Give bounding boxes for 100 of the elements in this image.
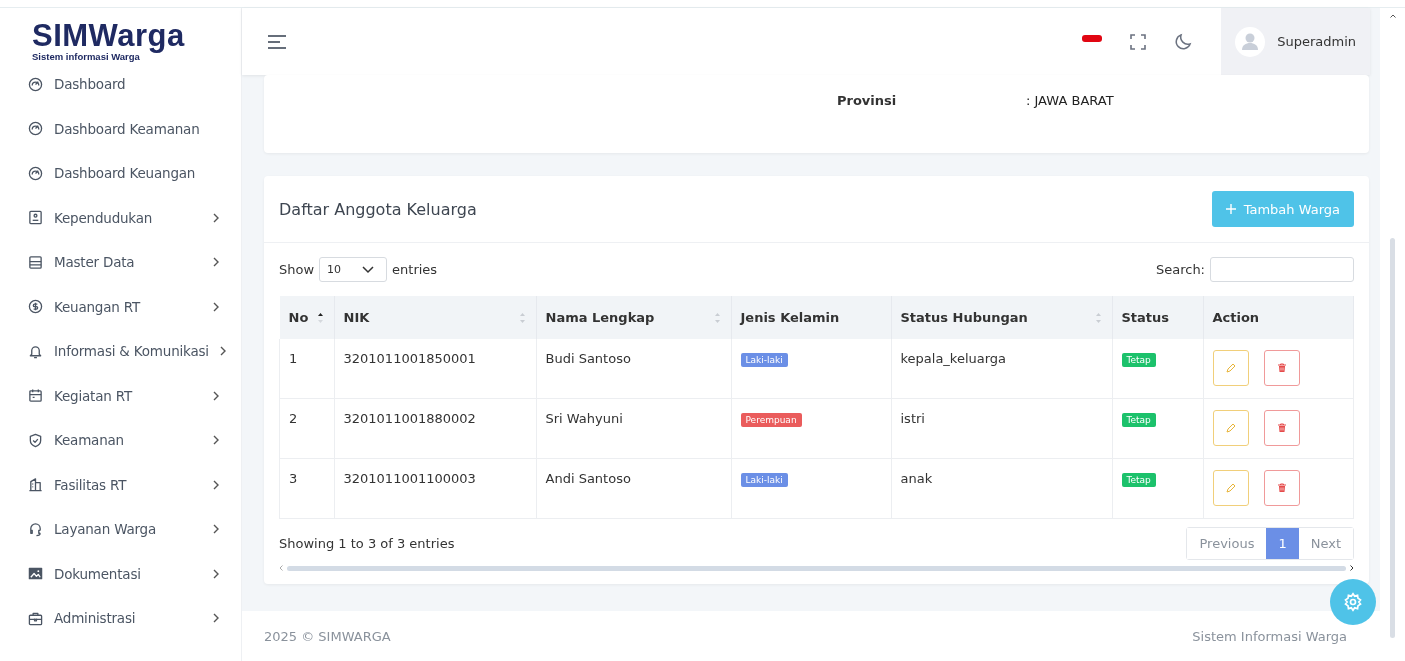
- calendar-icon: [28, 388, 43, 404]
- column-header: Status: [1112, 296, 1203, 339]
- plus-icon: [1225, 204, 1236, 214]
- search-field[interactable]: [1210, 257, 1354, 282]
- column-header[interactable]: No: [279, 296, 334, 339]
- sort-icon: [316, 312, 324, 324]
- sidebar-item[interactable]: Administrasi: [0, 596, 241, 641]
- briefcase-icon: [28, 610, 43, 626]
- horizontal-scrollbar[interactable]: [279, 564, 1354, 572]
- moon-icon[interactable]: [1174, 32, 1194, 51]
- chevron-icon: [213, 479, 219, 490]
- caret-icon: [362, 265, 375, 274]
- gauge-icon: [28, 121, 43, 137]
- sidebar-item[interactable]: Dashboard: [0, 62, 241, 107]
- sidebar-item[interactable]: Keuangan RT: [0, 284, 241, 329]
- headset-icon: [28, 521, 43, 537]
- sidebar-item[interactable]: Layanan Warga: [0, 507, 241, 552]
- status-badge: Tetap: [1121, 413, 1156, 427]
- chevron-icon: [219, 346, 226, 357]
- table-cell: 1: [279, 339, 334, 399]
- copyright-text: 2025 © SIMWARGA: [264, 628, 391, 644]
- field-label: Provinsi: [837, 93, 898, 108]
- table-cell: Andi Santoso: [536, 458, 731, 519]
- table-cell: istri: [891, 398, 1112, 459]
- bell-icon: [28, 343, 43, 359]
- column-header[interactable]: NIK: [334, 296, 536, 339]
- sidebar-item[interactable]: Dokumentasi: [0, 551, 241, 596]
- table-icon: [28, 254, 43, 270]
- table-cell: kepala_keluarga: [891, 339, 1112, 399]
- chevron-icon: [213, 257, 219, 268]
- edit-button[interactable]: [1212, 410, 1249, 446]
- table-cell: anak: [891, 458, 1112, 519]
- chevron-icon: [213, 435, 219, 446]
- dollar-icon: [28, 299, 43, 315]
- chevron-icon: [213, 613, 219, 624]
- chevron-icon: [213, 212, 219, 223]
- column-header: Jenis Kelamin: [731, 296, 891, 339]
- sidebar-item[interactable]: Dashboard Keamanan: [0, 106, 241, 151]
- delete-button[interactable]: [1263, 470, 1300, 506]
- shield-icon: [28, 432, 43, 448]
- column-header[interactable]: Status Hubungan: [891, 296, 1112, 339]
- sidebar-item[interactable]: Kependudukan: [0, 195, 241, 240]
- scroll-right-icon[interactable]: [1350, 565, 1354, 571]
- scroll-left-icon[interactable]: [279, 565, 283, 571]
- footer-text: Sistem Informasi Warga: [1192, 628, 1347, 644]
- sidebar-item[interactable]: Fasilitas RT: [0, 462, 241, 507]
- table-cell: 3201011001850001: [334, 339, 536, 399]
- sidebar-item[interactable]: Informasi & Komunikasi: [0, 329, 241, 374]
- delete-button[interactable]: [1263, 410, 1300, 446]
- card-title: Daftar Anggota Keluarga: [279, 199, 477, 219]
- user-menu[interactable]: Superadmin: [1221, 8, 1370, 75]
- gender-badge: Perempuan: [740, 413, 802, 427]
- fullscreen-icon[interactable]: [1130, 33, 1147, 50]
- table-cell: 3: [279, 458, 334, 519]
- chevron-icon: [213, 301, 219, 312]
- table-cell: 3201011001100003: [334, 458, 536, 519]
- sidebar-item[interactable]: Kegiatan RT: [0, 373, 241, 418]
- gender-badge: Laki-laki: [740, 473, 788, 487]
- id-card-icon: [28, 210, 43, 226]
- image-icon: [28, 566, 43, 582]
- sort-icon: [713, 312, 721, 324]
- column-header: Action: [1203, 296, 1354, 339]
- sidebar-item[interactable]: Keamanan: [0, 418, 241, 463]
- chevron-icon: [213, 524, 219, 535]
- chevron-icon: [213, 390, 219, 401]
- edit-button[interactable]: [1212, 470, 1249, 506]
- scroll-up-icon[interactable]: [1389, 14, 1396, 18]
- sort-icon: [1094, 312, 1102, 324]
- status-badge: Tetap: [1121, 473, 1156, 487]
- length-select[interactable]: 10: [319, 257, 388, 282]
- sidebar-item[interactable]: Master Data: [0, 240, 241, 285]
- column-header[interactable]: Nama Lengkap: [536, 296, 731, 339]
- pencil-icon: [1225, 363, 1236, 373]
- table-cell: 2: [279, 398, 334, 459]
- table-cell: 3201011001880002: [334, 398, 536, 459]
- field-value: : JAWA BARAT: [1026, 93, 1114, 108]
- logo-tagline: Sistem informasi Warga: [32, 51, 140, 62]
- status-badge: Tetap: [1121, 353, 1156, 367]
- sidebar-item[interactable]: Dashboard Keuangan: [0, 151, 241, 196]
- gender-badge: Laki-laki: [740, 353, 788, 367]
- trash-icon: [1276, 363, 1287, 373]
- settings-icon: [1343, 592, 1363, 612]
- pencil-icon: [1225, 423, 1236, 433]
- menu-icon[interactable]: [268, 34, 288, 49]
- building-icon: [28, 477, 43, 493]
- edit-button[interactable]: [1212, 350, 1249, 386]
- search-label: Search:: [1155, 262, 1205, 277]
- trash-icon: [1276, 423, 1287, 433]
- pencil-icon: [1225, 483, 1236, 493]
- chevron-icon: [213, 568, 219, 579]
- delete-button[interactable]: [1263, 350, 1300, 386]
- trash-icon: [1276, 483, 1287, 493]
- gauge-icon: [28, 165, 43, 181]
- length-label: Show: [279, 262, 315, 277]
- avatar-icon: [1235, 26, 1266, 57]
- length-label: entries: [392, 262, 438, 277]
- gauge-icon: [28, 76, 43, 92]
- entries-info: Showing 1 to 3 of 3 entries: [279, 536, 455, 551]
- table-cell: Budi Santoso: [536, 339, 731, 399]
- table-cell: Sri Wahyuni: [536, 398, 731, 459]
